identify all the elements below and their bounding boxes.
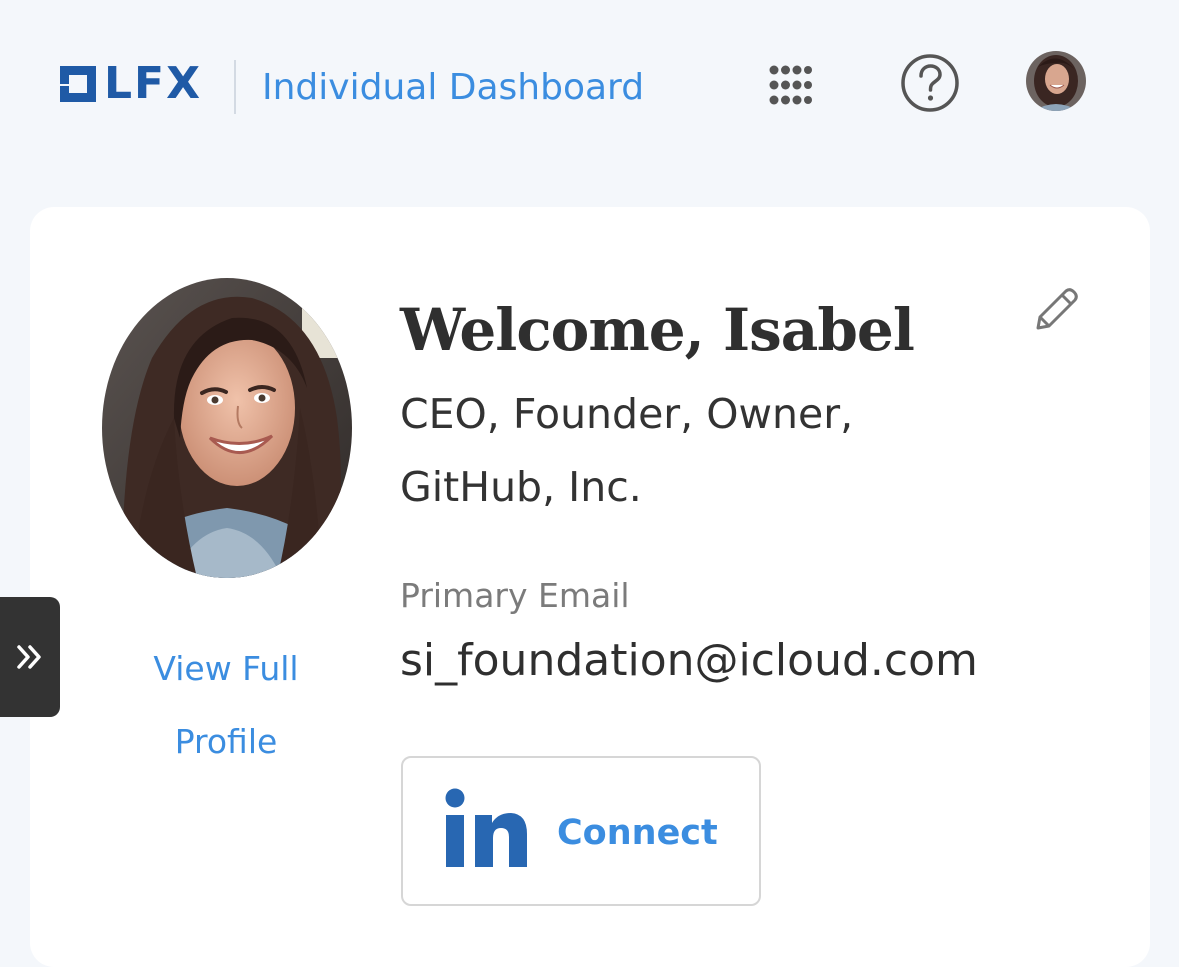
welcome-heading: Welcome, Isabel <box>400 296 915 364</box>
page-title: Individual Dashboard <box>262 67 645 108</box>
job-title: CEO, Founder, Owner, GitHub, Inc. <box>400 390 854 511</box>
primary-email-label: Primary Email <box>400 576 630 615</box>
view-full-profile-link[interactable]: View Full Profile <box>110 632 342 778</box>
linkedin-connect-button[interactable]: Connect <box>401 756 761 906</box>
lfx-logo[interactable]: LFX <box>58 58 203 109</box>
logo-wordmark: LFX <box>104 58 203 109</box>
avatar-image <box>1026 51 1086 111</box>
pencil-icon[interactable] <box>1030 284 1082 336</box>
lfx-logo-mark <box>58 66 96 102</box>
sidebar-toggle-button[interactable] <box>0 597 60 717</box>
profile-photo-image <box>102 278 352 578</box>
linkedin-connect-label: Connect <box>557 813 718 853</box>
top-bar: LFX Individual Dashboard <box>0 0 1179 176</box>
profile-photo <box>102 278 352 578</box>
linkedin-icon <box>445 788 527 867</box>
header-divider <box>234 60 236 114</box>
double-chevron-right-icon <box>17 645 41 669</box>
help-icon[interactable] <box>900 53 960 113</box>
primary-email-value: si_foundation@icloud.com <box>400 635 978 686</box>
apps-grid-icon[interactable] <box>768 64 812 108</box>
user-avatar[interactable] <box>1026 51 1086 111</box>
